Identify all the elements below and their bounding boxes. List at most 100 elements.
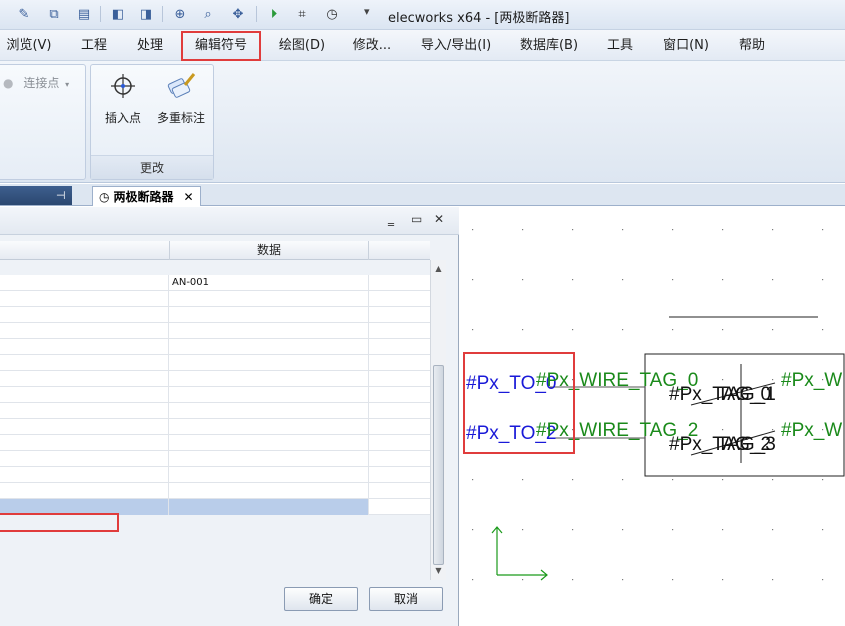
table-cell-data[interactable] xyxy=(169,483,369,499)
table-cell-data[interactable] xyxy=(169,291,369,307)
table-cell-data[interactable] xyxy=(169,323,369,339)
zoom-fit-icon[interactable]: ⊕ xyxy=(170,4,190,24)
menu-process[interactable]: 处理 xyxy=(128,30,172,61)
menu-database[interactable]: 数据库(B) xyxy=(514,30,584,61)
table-cell-name[interactable] xyxy=(0,387,169,403)
pin-icon[interactable]: ⊣ xyxy=(56,189,66,202)
table-cell-name[interactable] xyxy=(0,291,169,307)
table-cell-data[interactable] xyxy=(169,339,369,355)
minimize-icon[interactable]: ‗ xyxy=(388,212,394,226)
quick-access-dropdown-icon[interactable]: ▾ xyxy=(364,5,370,18)
menu-edit-symbol[interactable]: 编辑符号 xyxy=(181,31,261,61)
grid-dot xyxy=(522,329,524,331)
table-cell-data[interactable] xyxy=(169,435,369,451)
grid-dot xyxy=(522,229,524,231)
brush-icon[interactable]: ✎ xyxy=(14,4,34,24)
table-row[interactable] xyxy=(0,451,430,467)
ribbon-group-connection: ● 连接点 ▾ xyxy=(0,64,86,180)
zoom-icon[interactable]: ⌕ xyxy=(198,4,218,24)
schematic-view[interactable]: #Px_TO_0 #Px_TO_2 #Px_WIRE_TAG_0 #Px_WIR… xyxy=(459,207,845,626)
menu-browse[interactable]: 浏览(V) xyxy=(6,30,52,61)
vertical-scrollbar[interactable]: ▲ ▼ xyxy=(430,260,446,580)
page-forward-icon[interactable]: ◨ xyxy=(136,4,156,24)
table-row[interactable] xyxy=(0,419,430,435)
table-row[interactable] xyxy=(0,323,430,339)
disabled-radio-icon: ● xyxy=(3,76,14,90)
menu-tools[interactable]: 工具 xyxy=(600,30,640,61)
table-cell-name[interactable] xyxy=(0,435,169,451)
maximize-icon[interactable]: ▭ xyxy=(411,212,422,226)
scroll-down-icon[interactable]: ▼ xyxy=(431,564,446,578)
grid-dot xyxy=(822,479,824,481)
table-row[interactable] xyxy=(0,435,430,451)
table-cell-data[interactable] xyxy=(169,451,369,467)
binoculars-icon[interactable]: ⌗ xyxy=(292,4,312,24)
panel-tab[interactable]: ⊣ xyxy=(0,186,72,205)
separator xyxy=(162,6,163,22)
table-row[interactable]: AN-001 xyxy=(0,275,430,291)
table-cell-data[interactable] xyxy=(169,387,369,403)
grid-dot xyxy=(622,329,624,331)
table-cell-data[interactable] xyxy=(169,403,369,419)
close-icon[interactable]: ✕ xyxy=(434,212,444,226)
menu-help[interactable]: 帮助 xyxy=(730,30,774,61)
table-cell-name[interactable] xyxy=(0,355,169,371)
table-cell-name[interactable] xyxy=(0,339,169,355)
grid-dot xyxy=(672,579,674,581)
table-cell-name[interactable] xyxy=(0,419,169,435)
connection-point-button[interactable]: ● 连接点 ▾ xyxy=(3,74,69,91)
table-cell-data[interactable] xyxy=(169,307,369,323)
grid-dot xyxy=(522,279,524,281)
menu-draw[interactable]: 绘图(D) xyxy=(272,30,332,61)
table-row[interactable] xyxy=(0,355,430,371)
multi-annotation-button[interactable]: 多重标注 xyxy=(149,71,213,126)
paste-icon[interactable]: ▤ xyxy=(74,4,94,24)
table-cell-name[interactable] xyxy=(0,403,169,419)
cancel-button[interactable]: 取消 xyxy=(369,587,443,611)
table-cell-name[interactable] xyxy=(0,483,169,499)
table-cell-data[interactable]: AN-001 xyxy=(169,275,369,291)
grid-dot xyxy=(522,579,524,581)
table-cell-data[interactable] xyxy=(169,499,369,515)
page-back-icon[interactable]: ◧ xyxy=(108,4,128,24)
table-cell-data[interactable] xyxy=(169,419,369,435)
table-cell-name[interactable] xyxy=(0,467,169,483)
copy-icon[interactable]: ⧉ xyxy=(44,4,64,24)
scrollbar-thumb[interactable] xyxy=(433,365,444,565)
tab-document[interactable]: ◷ 两极断路器 ✕ xyxy=(92,186,201,206)
menu-project[interactable]: 工程 xyxy=(72,30,116,61)
timer-icon[interactable]: ◷ xyxy=(322,4,342,24)
grid-dot xyxy=(672,279,674,281)
grid-dot xyxy=(672,479,674,481)
pan-icon[interactable]: ✥ xyxy=(228,4,248,24)
grid-dot xyxy=(622,529,624,531)
table-row[interactable] xyxy=(0,467,430,483)
table-row[interactable] xyxy=(0,371,430,387)
close-icon[interactable]: ✕ xyxy=(184,188,194,206)
table-row[interactable] xyxy=(0,387,430,403)
table-row[interactable] xyxy=(0,307,430,323)
table-row[interactable] xyxy=(0,483,430,499)
table-cell-name[interactable] xyxy=(0,371,169,387)
table-cell-name[interactable] xyxy=(0,275,169,291)
menu-bar: 浏览(V) 工程 处理 编辑符号 绘图(D) 修改... 导入/导出(I) 数据… xyxy=(0,30,845,61)
table-row[interactable] xyxy=(0,291,430,307)
table-row[interactable] xyxy=(0,339,430,355)
table-cell-data[interactable] xyxy=(169,355,369,371)
drawing-canvas[interactable]: #Px_TO_0 #Px_TO_2 #Px_WIRE_TAG_0 #Px_WIR… xyxy=(459,207,845,626)
ok-button[interactable]: 确定 xyxy=(284,587,358,611)
column-header-data[interactable]: 数据 xyxy=(169,241,369,260)
menu-modify[interactable]: 修改... xyxy=(346,30,398,61)
table-cell-data[interactable] xyxy=(169,467,369,483)
table-row[interactable] xyxy=(0,403,430,419)
insert-point-button[interactable]: 插入点 xyxy=(95,71,151,126)
table-cell-name[interactable] xyxy=(0,307,169,323)
grid-dot xyxy=(772,479,774,481)
menu-window[interactable]: 窗口(N) xyxy=(656,30,716,61)
table-cell-data[interactable] xyxy=(169,371,369,387)
menu-import-export[interactable]: 导入/导出(I) xyxy=(414,30,498,61)
play-icon[interactable]: ⏵ xyxy=(264,4,284,24)
scroll-up-icon[interactable]: ▲ xyxy=(431,262,446,276)
table-cell-name[interactable] xyxy=(0,451,169,467)
table-cell-name[interactable] xyxy=(0,323,169,339)
